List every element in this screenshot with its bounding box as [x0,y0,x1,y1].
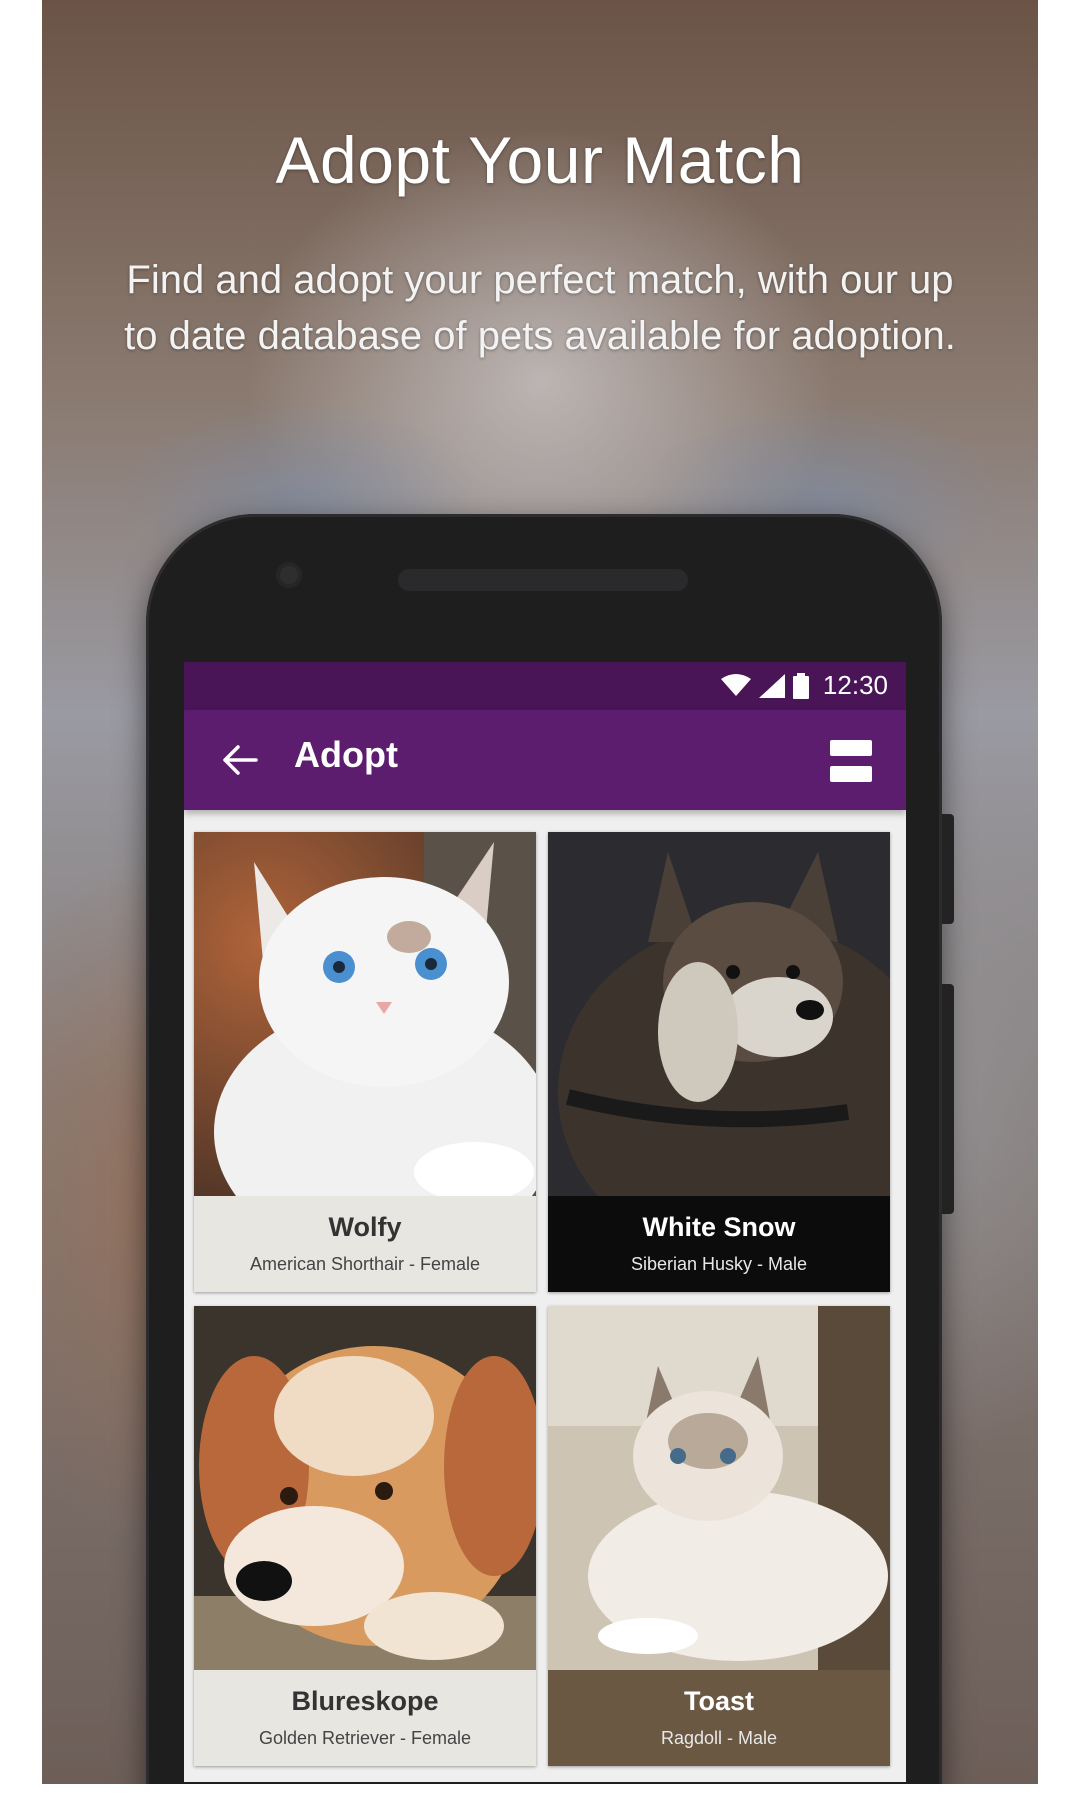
pet-breed: Siberian Husky - Male [630,1254,808,1274]
signal-icon [758,673,785,698]
app-screen: 12:30 Adopt Wolfy American Shorthair - F… [184,662,906,1782]
promo-subtitle: Find and adopt your perfect match, with … [124,258,956,358]
pet-photo [548,1306,890,1670]
pet-breed: Ragdoll - Male [660,1728,778,1748]
pet-card[interactable]: Toast Ragdoll - Male [548,1306,890,1766]
promo-title: Adopt Your Match [275,123,805,197]
pet-name: White Snow [642,1212,796,1242]
pet-photo [194,832,536,1196]
battery-icon [792,672,809,699]
phone-frame: 12:30 Adopt Wolfy American Shorthair - F… [146,514,954,1784]
status-time: 12:30 [822,670,888,700]
pet-name: Wolfy [328,1212,402,1242]
view-toggle-button[interactable] [830,740,872,782]
pet-name: Toast [683,1686,754,1716]
status-bar: 12:30 [184,662,906,710]
pet-card[interactable]: Blureskope Golden Retriever - Female [194,1306,536,1766]
view-list-icon [830,740,872,756]
phone-speaker [398,569,688,591]
phone-volume-button [942,984,954,1214]
pet-name: Blureskope [291,1686,439,1716]
phone-power-button [942,814,954,924]
pet-photo [548,832,890,1196]
pet-grid: Wolfy American Shorthair - Female White … [194,832,898,1766]
app-bar: Adopt [184,710,906,810]
promo-background: Adopt Your Match Find and adopt your per… [42,0,1038,1784]
pet-card[interactable]: Wolfy American Shorthair - Female [194,832,536,1292]
arrow-left-icon [223,745,258,775]
phone-camera [276,562,302,588]
app-bar-title: Adopt [294,734,398,775]
pet-breed: American Shorthair - Female [249,1254,481,1274]
wifi-icon [720,673,751,696]
pet-photo [194,1306,536,1670]
pet-breed: Golden Retriever - Female [258,1728,472,1748]
back-button[interactable] [214,734,266,786]
pet-card[interactable]: White Snow Siberian Husky - Male [548,832,890,1292]
